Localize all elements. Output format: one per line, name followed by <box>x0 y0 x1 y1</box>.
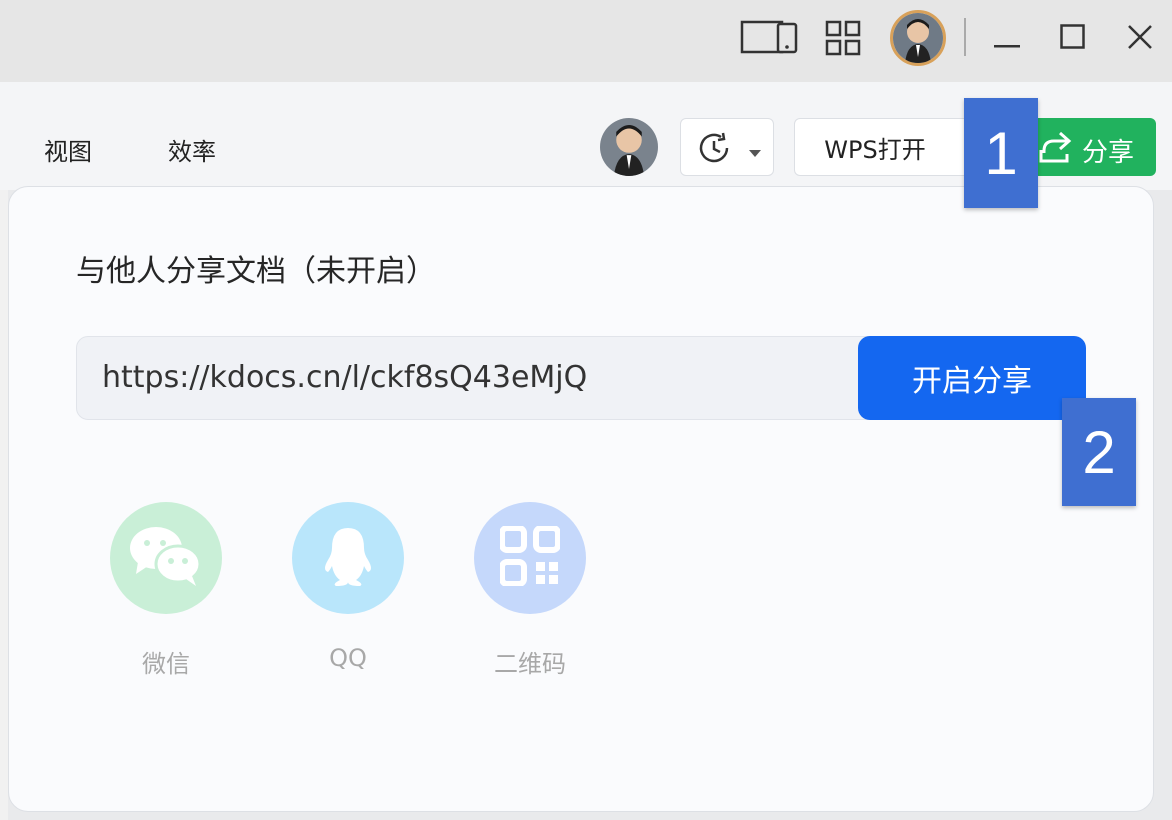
enable-share-button[interactable]: 开启分享 <box>858 336 1086 420</box>
qq-icon <box>320 524 376 592</box>
enable-share-label: 开启分享 <box>912 364 1032 399</box>
history-button[interactable] <box>680 118 774 176</box>
qrcode-label: 二维码 <box>494 650 566 678</box>
qrcode-icon <box>499 525 561 590</box>
wechat-label: 微信 <box>142 650 190 678</box>
user-avatar-titlebar[interactable] <box>890 10 946 66</box>
collaborator-avatar[interactable] <box>600 118 658 176</box>
annotation-badge-1: 1 <box>964 98 1038 208</box>
share-button[interactable]: 分享 <box>1030 118 1156 176</box>
titlebar-divider <box>964 18 966 56</box>
qq-label: QQ <box>329 644 367 672</box>
wps-open-button[interactable]: WPS打开 <box>794 118 974 176</box>
wechat-icon <box>128 524 204 592</box>
title-bar <box>0 0 1172 82</box>
maximize-icon[interactable] <box>1060 24 1086 50</box>
close-icon[interactable] <box>1127 24 1153 50</box>
qrcode-share-button[interactable] <box>474 502 586 614</box>
menu-efficiency[interactable]: 效率 <box>168 132 216 167</box>
share-url-text[interactable]: https://kdocs.cn/l/ckf8sQ43eMjQ <box>102 360 587 395</box>
share-label: 分享 <box>1082 138 1135 168</box>
minimize-icon[interactable] <box>994 34 1020 48</box>
wechat-share-button[interactable] <box>110 502 222 614</box>
document-edge <box>0 190 8 820</box>
history-clock-icon <box>697 131 733 169</box>
share-arrow-icon <box>1038 130 1072 168</box>
device-switch-icon[interactable] <box>740 20 798 54</box>
share-popup-title: 与他人分享文档（未开启） <box>76 254 436 289</box>
apps-grid-icon[interactable] <box>825 20 861 56</box>
menu-view[interactable]: 视图 <box>44 132 92 167</box>
chevron-down-icon <box>749 143 761 162</box>
qq-share-button[interactable] <box>292 502 404 614</box>
annotation-badge-2: 2 <box>1062 398 1136 506</box>
wps-open-label: WPS打开 <box>824 135 926 164</box>
